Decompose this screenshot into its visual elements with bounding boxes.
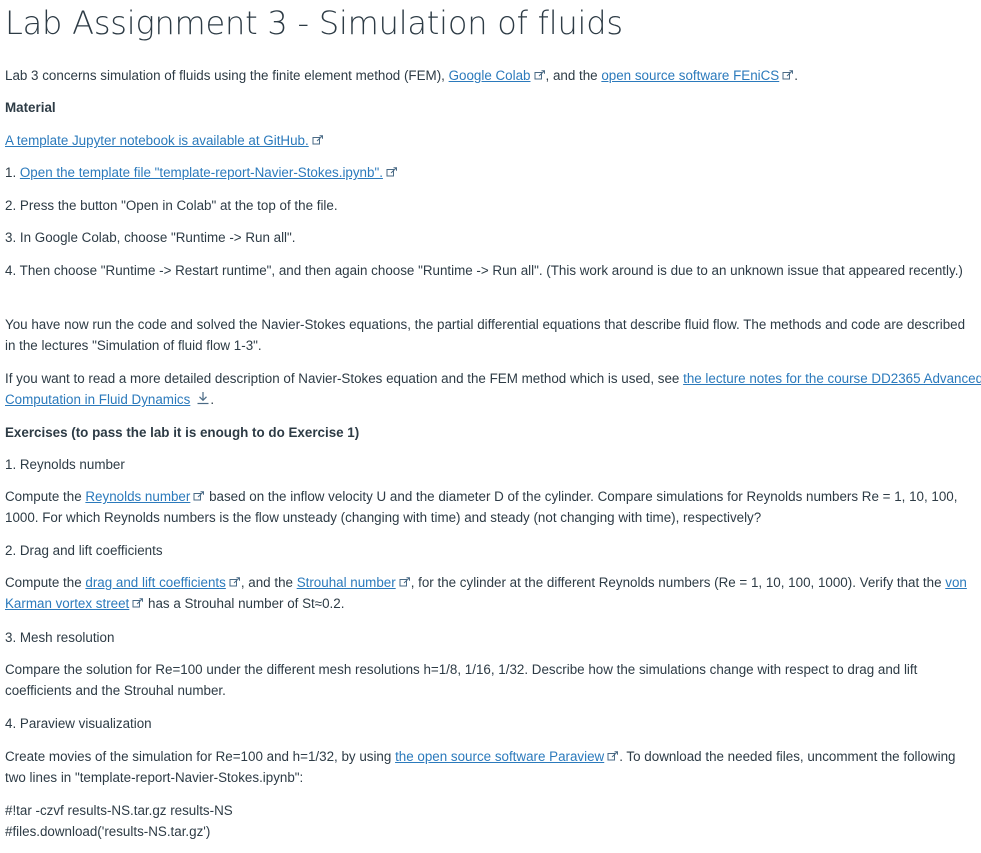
exercise-2-heading: 2. Drag and lift coefficients <box>5 543 163 558</box>
external-link-icon <box>132 598 144 608</box>
step-2: 2. Press the button "Open in Colab" at t… <box>5 198 338 213</box>
reynolds-number-link[interactable]: Reynolds number <box>85 489 190 504</box>
exercise-1-text: Compute the Reynolds number based on the… <box>5 489 958 525</box>
template-paragraph: A template Jupyter notebook is available… <box>5 130 981 151</box>
download-icon[interactable] <box>196 391 210 405</box>
intro-text: Lab 3 concerns simulation of fluids usin… <box>5 68 449 83</box>
external-link-icon <box>607 751 619 761</box>
strouhal-number-link[interactable]: Strouhal number <box>297 575 396 590</box>
exercise-4-text: Create movies of the simulation for Re=1… <box>5 749 956 785</box>
template-github-link[interactable]: A template Jupyter notebook is available… <box>5 133 309 148</box>
drag-lift-link[interactable]: drag and lift coefficients <box>85 575 225 590</box>
code-line-2: #files.download('results-NS.tar.gz') <box>5 824 211 839</box>
fenics-link[interactable]: open source software FEniCS <box>601 68 779 83</box>
external-link-icon <box>399 577 411 587</box>
ran-paragraph: You have now run the code and solved the… <box>5 317 966 353</box>
exercise-3-heading: 3. Mesh resolution <box>5 630 115 645</box>
paraview-link[interactable]: the open source software Paraview <box>395 749 604 764</box>
open-template-link[interactable]: Open the template file "template-report-… <box>20 165 383 180</box>
google-colab-link[interactable]: Google Colab <box>449 68 531 83</box>
material-heading: Material <box>5 100 56 115</box>
external-link-icon <box>386 167 398 177</box>
exercise-3-text: Compare the solution for Re=100 under th… <box>5 662 918 698</box>
external-link-icon <box>229 577 241 587</box>
exercise-2-text: Compute the drag and lift coefficients, … <box>5 575 967 611</box>
external-link-icon <box>782 70 794 80</box>
detail-paragraph: If you want to read a more detailed desc… <box>5 368 981 410</box>
step-4: 4. Then choose "Runtime -> Restart runti… <box>5 263 963 278</box>
external-link-icon <box>193 491 205 501</box>
exercises-heading: Exercises (to pass the lab it is enough … <box>5 425 360 440</box>
page-title: Lab Assignment 3 - Simulation of fluids <box>5 4 623 42</box>
external-link-icon <box>312 135 324 145</box>
step-3: 3. In Google Colab, choose "Runtime -> R… <box>5 230 296 245</box>
exercise-4-heading: 4. Paraview visualization <box>5 716 152 731</box>
exercise-1-heading: 1. Reynolds number <box>5 457 125 472</box>
intro-paragraph: Lab 3 concerns simulation of fluids usin… <box>5 68 798 83</box>
external-link-icon <box>534 70 546 80</box>
step-1: 1. Open the template file "template-repo… <box>5 162 981 183</box>
code-line-1: #!tar -czvf results-NS.tar.gz results-NS <box>5 803 233 818</box>
